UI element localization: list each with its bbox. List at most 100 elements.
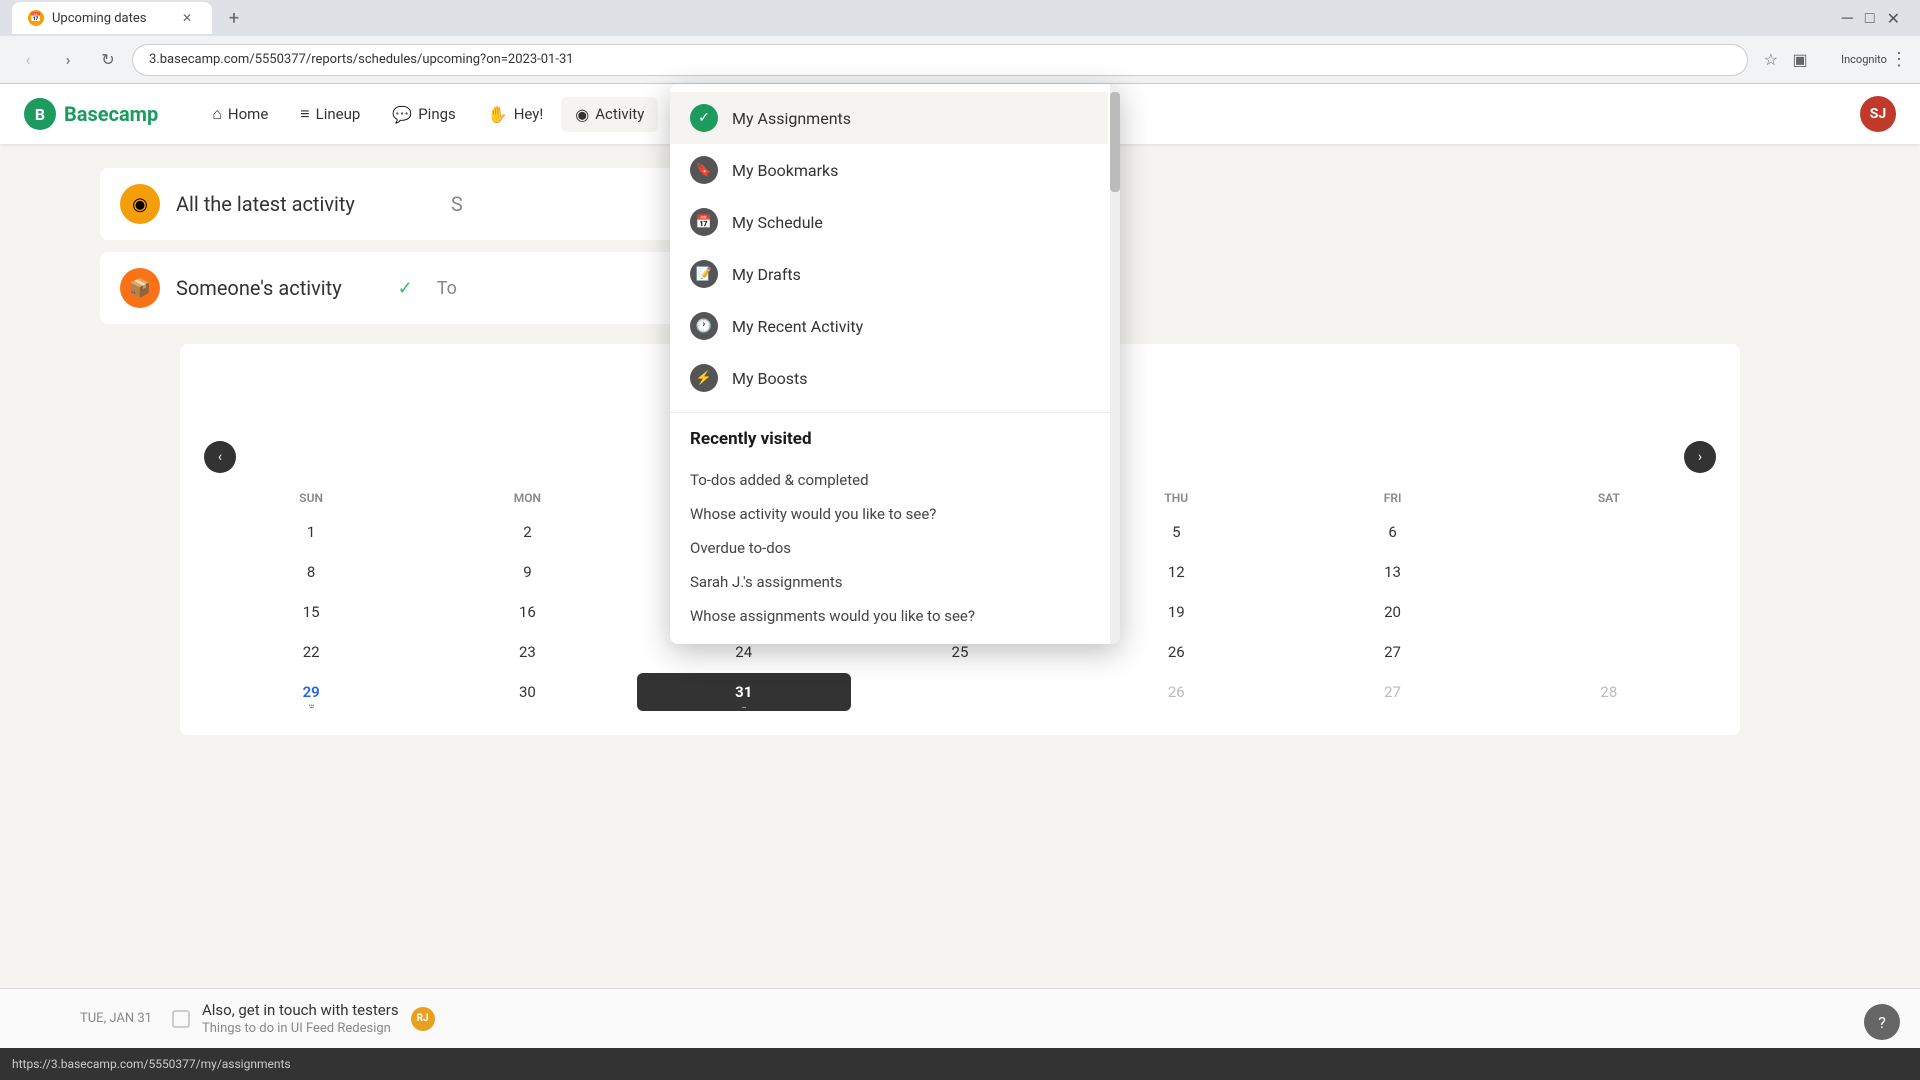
rv-item-whose-assign[interactable]: Whose assignments would you like to see? bbox=[690, 599, 1100, 633]
menu-item-my-boosts[interactable]: ⚡ My Boosts bbox=[670, 352, 1108, 404]
nav-hey[interactable]: ✋ Hey! bbox=[474, 97, 557, 132]
help-button[interactable]: ? bbox=[1864, 1004, 1900, 1040]
url-text: 3.basecamp.com/5550377/reports/schedules… bbox=[149, 52, 574, 67]
user-avatar[interactable]: SJ bbox=[1860, 96, 1896, 132]
my-boosts-icon: ⚡ bbox=[690, 364, 718, 392]
nav-pings-label: Pings bbox=[418, 105, 456, 123]
pings-icon: 💬 bbox=[392, 105, 412, 124]
cal-day-15[interactable]: 15 bbox=[204, 593, 418, 631]
cal-day-13[interactable]: 13 bbox=[1285, 553, 1499, 591]
footer-date: TUE, JAN 31 bbox=[80, 1011, 152, 1026]
task-content: Also, get in touch with testers Things t… bbox=[202, 1001, 399, 1036]
reload-button[interactable]: ↻ bbox=[92, 44, 124, 76]
menu-item-my-drafts[interactable]: 📝 My Drafts bbox=[670, 248, 1108, 300]
my-drafts-label: My Drafts bbox=[732, 265, 801, 284]
task-title: Also, get in touch with testers bbox=[202, 1001, 399, 1019]
cal-day-23[interactable]: 23 bbox=[420, 633, 634, 671]
cal-day-20[interactable]: 20 bbox=[1285, 593, 1499, 631]
cal-day-6[interactable]: 6 bbox=[1285, 513, 1499, 551]
my-stuff-dropdown: ✓ My Assignments 🔖 My Bookmarks 📅 My Sch… bbox=[670, 84, 1120, 644]
tab-close-button[interactable]: ✕ bbox=[178, 9, 196, 27]
cal-day-27[interactable]: 27 bbox=[1285, 633, 1499, 671]
menu-item-my-recent-activity[interactable]: 🕐 My Recent Activity bbox=[670, 300, 1108, 352]
cal-header-sat: SAT bbox=[1502, 485, 1716, 511]
someone-activity-text: Someone's activity bbox=[176, 276, 342, 300]
cal-day-30[interactable]: 30 bbox=[420, 673, 634, 711]
logo-icon: B bbox=[24, 98, 56, 130]
cal-day-31[interactable]: 31... bbox=[637, 673, 851, 711]
menu-item-my-assignments[interactable]: ✓ My Assignments bbox=[670, 92, 1108, 144]
my-boosts-label: My Boosts bbox=[732, 369, 807, 388]
task-avatar: RJ bbox=[411, 1007, 435, 1031]
browser-tab[interactable]: 📅 Upcoming dates ✕ bbox=[12, 2, 212, 34]
back-button[interactable]: ‹ bbox=[12, 44, 44, 76]
cal-day-2[interactable]: 2 bbox=[420, 513, 634, 551]
maximize-button[interactable]: □ bbox=[1865, 8, 1875, 28]
cal-header-sun: SUN bbox=[204, 485, 418, 511]
my-assignments-icon: ✓ bbox=[690, 104, 718, 132]
nav-activity[interactable]: ◉ Activity bbox=[561, 97, 658, 132]
my-assignments-label: My Assignments bbox=[732, 109, 851, 128]
profile-label: Incognito bbox=[1841, 53, 1887, 66]
nav-activity-label: Activity bbox=[595, 105, 644, 123]
close-window-button[interactable]: ✕ bbox=[1887, 9, 1900, 28]
task-subtitle: Things to do in UI Feed Redesign bbox=[202, 1021, 399, 1036]
nav-home[interactable]: ⌂ Home bbox=[198, 96, 282, 132]
bookmark-button[interactable]: ☆ bbox=[1764, 50, 1778, 69]
activity-icon: ◉ bbox=[575, 105, 589, 124]
cal-day-empty4 bbox=[1502, 633, 1716, 671]
nav-lineup-label: Lineup bbox=[316, 105, 361, 123]
menu-item-my-schedule[interactable]: 📅 My Schedule bbox=[670, 196, 1108, 248]
prev-month-button[interactable]: ‹ bbox=[204, 441, 236, 473]
recently-visited-title: Recently visited bbox=[690, 429, 1100, 449]
cal-day-27-next[interactable]: 27 bbox=[1285, 673, 1499, 711]
home-icon: ⌂ bbox=[212, 104, 222, 124]
cal-day-22[interactable]: 22 bbox=[204, 633, 418, 671]
someone-activity-icon: 📦 bbox=[120, 268, 160, 308]
cal-day-empty3 bbox=[1502, 593, 1716, 631]
new-tab-button[interactable]: + bbox=[220, 4, 248, 32]
nav-hey-label: Hey! bbox=[514, 105, 544, 123]
menu-item-my-bookmarks[interactable]: 🔖 My Bookmarks bbox=[670, 144, 1108, 196]
cal-header-mon: MON bbox=[420, 485, 634, 511]
rv-item-sarah[interactable]: Sarah J.'s assignments bbox=[690, 565, 1100, 599]
latest-activity-text: All the latest activity bbox=[176, 192, 355, 216]
cal-day-29[interactable]: 29... bbox=[204, 673, 418, 711]
cal-day-26-next[interactable]: 26 bbox=[1069, 673, 1283, 711]
cal-day-1[interactable]: 1 bbox=[204, 513, 418, 551]
profile-button[interactable]: Incognito bbox=[1850, 46, 1878, 74]
app-logo[interactable]: B Basecamp bbox=[24, 98, 158, 130]
rv-item-latest-activity[interactable]: All the latest activity bbox=[690, 633, 1100, 644]
rv-item-overdue[interactable]: Overdue to-dos bbox=[690, 531, 1100, 565]
my-bookmarks-label: My Bookmarks bbox=[732, 161, 838, 180]
logo-text: Basecamp bbox=[64, 102, 158, 126]
nav-pings[interactable]: 💬 Pings bbox=[378, 97, 469, 132]
cal-day-8[interactable]: 8 bbox=[204, 553, 418, 591]
latest-activity-icon: ◉ bbox=[120, 184, 160, 224]
my-bookmarks-icon: 🔖 bbox=[690, 156, 718, 184]
address-bar[interactable]: 3.basecamp.com/5550377/reports/schedules… bbox=[132, 44, 1748, 76]
footer-task-bar: TUE, JAN 31 Also, get in touch with test… bbox=[0, 988, 1920, 1048]
cal-day-28-next[interactable]: 28 bbox=[1502, 673, 1716, 711]
hey-icon: ✋ bbox=[488, 105, 508, 124]
minimize-button[interactable]: ─ bbox=[1842, 8, 1853, 28]
status-bar: https://3.basecamp.com/5550377/my/assign… bbox=[0, 1048, 1920, 1080]
nav-lineup[interactable]: ≡ Lineup bbox=[286, 96, 374, 132]
cal-header-fri: FRI bbox=[1285, 485, 1499, 511]
dropdown-menu-section: ✓ My Assignments 🔖 My Bookmarks 📅 My Sch… bbox=[670, 84, 1120, 413]
forward-button[interactable]: › bbox=[52, 44, 84, 76]
my-recent-activity-label: My Recent Activity bbox=[732, 317, 863, 336]
tab-favicon: 📅 bbox=[28, 10, 44, 26]
browser-menu-button[interactable]: ⋮ bbox=[1890, 49, 1908, 70]
cal-day-9[interactable]: 9 bbox=[420, 553, 634, 591]
sidebar-button[interactable]: ▣ bbox=[1786, 46, 1814, 74]
next-month-button[interactable]: › bbox=[1684, 441, 1716, 473]
my-schedule-label: My Schedule bbox=[732, 213, 823, 232]
status-url: https://3.basecamp.com/5550377/my/assign… bbox=[12, 1057, 291, 1071]
rv-item-activity[interactable]: Whose activity would you like to see? bbox=[690, 497, 1100, 531]
cal-day-16[interactable]: 16 bbox=[420, 593, 634, 631]
cal-day-empty1 bbox=[1502, 513, 1716, 551]
cal-day-empty2 bbox=[1502, 553, 1716, 591]
rv-item-todos[interactable]: To-dos added & completed bbox=[690, 463, 1100, 497]
task-checkbox[interactable] bbox=[172, 1010, 190, 1028]
